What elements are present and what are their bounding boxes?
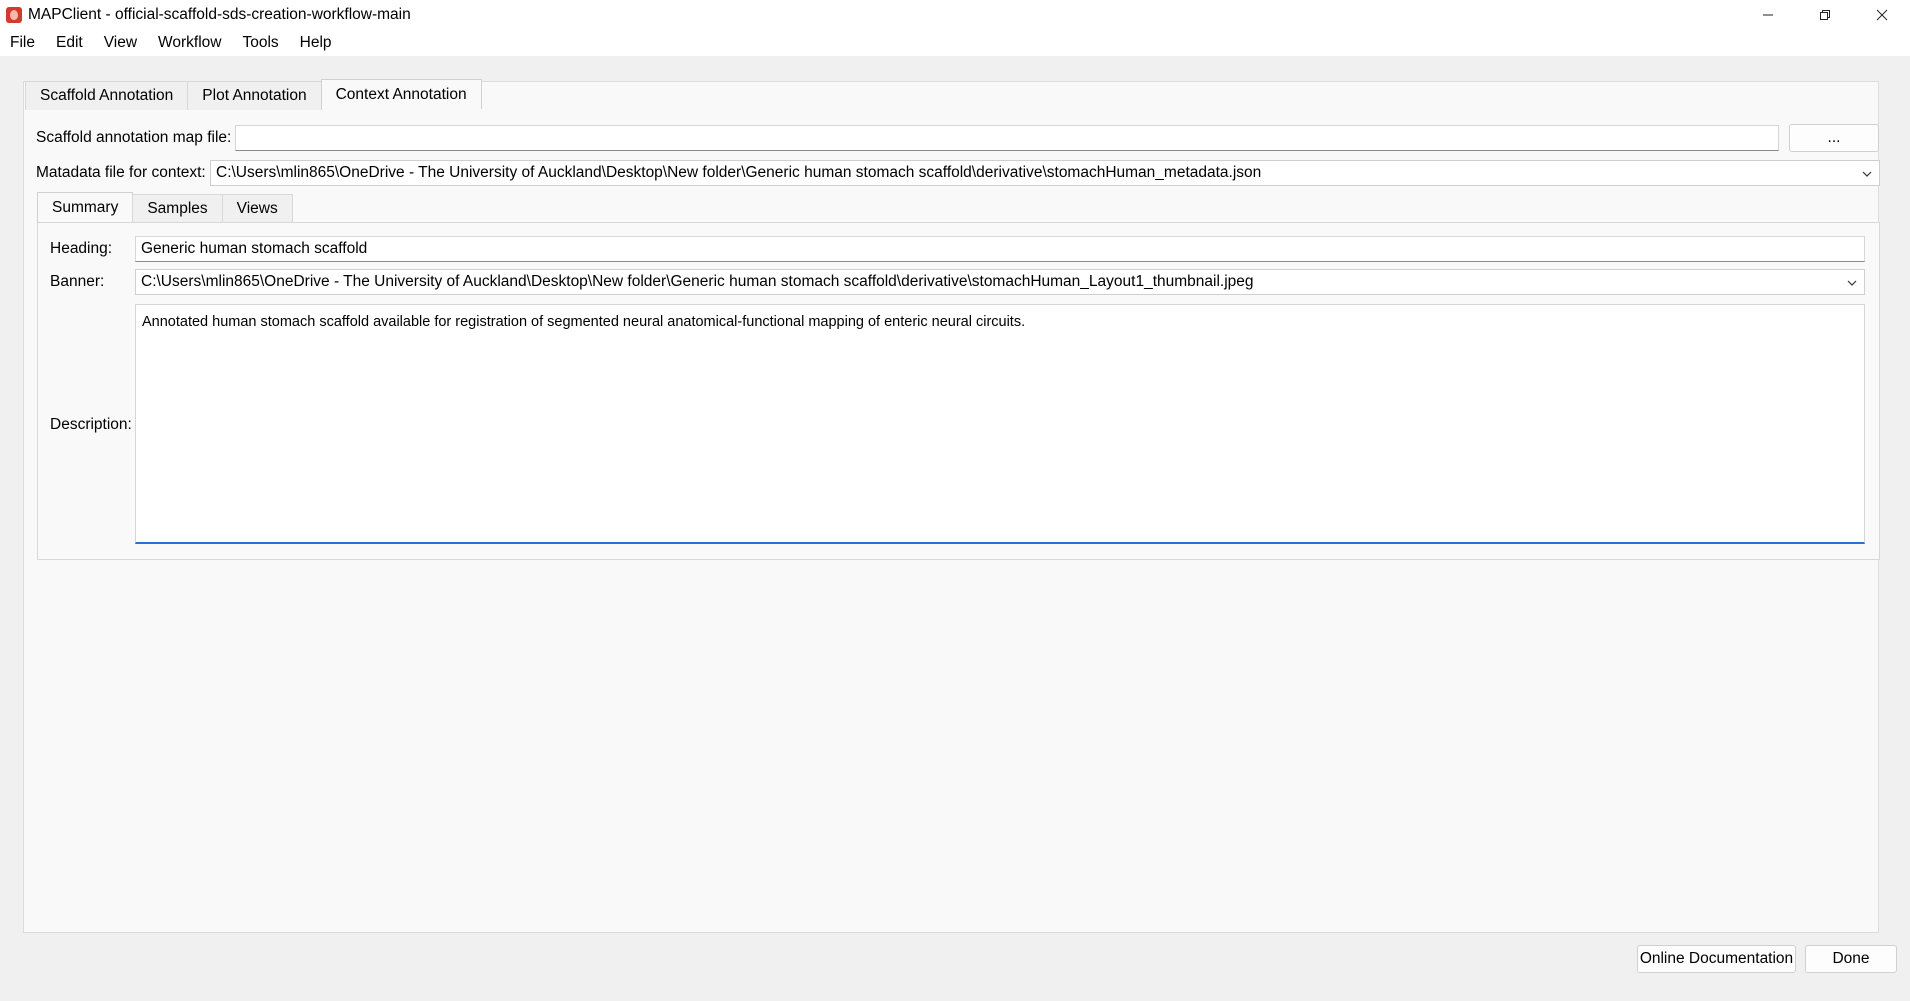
minimize-icon <box>1762 14 1773 16</box>
restore-button[interactable] <box>1796 0 1853 30</box>
metadata-label: Matadata file for context: <box>36 164 206 181</box>
scaffold-map-label: Scaffold annotation map file: <box>36 129 232 146</box>
tab-summary[interactable]: Summary <box>37 192 134 222</box>
minimize-button[interactable] <box>1739 0 1796 30</box>
close-button[interactable] <box>1853 0 1910 30</box>
heading-label: Heading: <box>50 240 113 257</box>
close-icon <box>1876 9 1887 21</box>
chevron-down-icon <box>1862 171 1872 177</box>
heading-row: Heading: Generic human stomach scaffold <box>50 236 1865 262</box>
tab-samples[interactable]: Samples <box>132 194 223 223</box>
title-bar: MAPClient - official-scaffold-sds-creati… <box>0 0 1910 30</box>
done-button[interactable]: Done <box>1805 945 1897 973</box>
menu-file[interactable]: File <box>10 34 45 52</box>
tab-scaffold-annotation[interactable]: Scaffold Annotation <box>25 81 189 110</box>
menu-view[interactable]: View <box>104 34 147 52</box>
scaffold-map-input[interactable] <box>235 125 1779 151</box>
menu-workflow[interactable]: Workflow <box>158 34 231 52</box>
window-title: MAPClient - official-scaffold-sds-creati… <box>28 6 411 23</box>
browse-button[interactable]: ... <box>1789 124 1879 152</box>
description-label: Description: <box>50 416 132 433</box>
window-controls <box>1739 0 1910 30</box>
description-textarea[interactable]: Annotated human stomach scaffold availab… <box>135 304 1865 544</box>
metadata-select[interactable]: C:\Users\mlin865\OneDrive - The Universi… <box>210 160 1880 186</box>
restore-icon <box>1819 10 1830 20</box>
tab-context-annotation[interactable]: Context Annotation <box>320 79 482 109</box>
inner-tab-bar: Summary Samples Views <box>37 192 293 223</box>
metadata-select-value: C:\Users\mlin865\OneDrive - The Universi… <box>216 164 1262 181</box>
top-tab-bar: Scaffold Annotation Plot Annotation Cont… <box>25 79 482 110</box>
banner-select[interactable]: C:\Users\mlin865\OneDrive - The Universi… <box>135 269 1865 295</box>
menu-help[interactable]: Help <box>300 34 342 52</box>
banner-label: Banner: <box>50 273 105 290</box>
tab-views[interactable]: Views <box>221 194 293 223</box>
scaffold-map-row: Scaffold annotation map file: ... <box>36 124 1879 152</box>
chevron-down-icon <box>1847 280 1857 286</box>
online-documentation-button[interactable]: Online Documentation <box>1637 945 1796 973</box>
mapclient-app-icon <box>6 7 22 23</box>
metadata-row: Matadata file for context: C:\Users\mlin… <box>36 160 1880 186</box>
menu-tools[interactable]: Tools <box>242 34 288 52</box>
heading-input[interactable]: Generic human stomach scaffold <box>135 236 1865 262</box>
menu-edit[interactable]: Edit <box>56 34 93 52</box>
menu-bar: File Edit View Workflow Tools Help <box>0 30 1910 56</box>
tab-plot-annotation[interactable]: Plot Annotation <box>187 81 322 110</box>
banner-row: Banner: C:\Users\mlin865\OneDrive - The … <box>50 269 1865 295</box>
banner-select-value: C:\Users\mlin865\OneDrive - The Universi… <box>141 273 1254 290</box>
